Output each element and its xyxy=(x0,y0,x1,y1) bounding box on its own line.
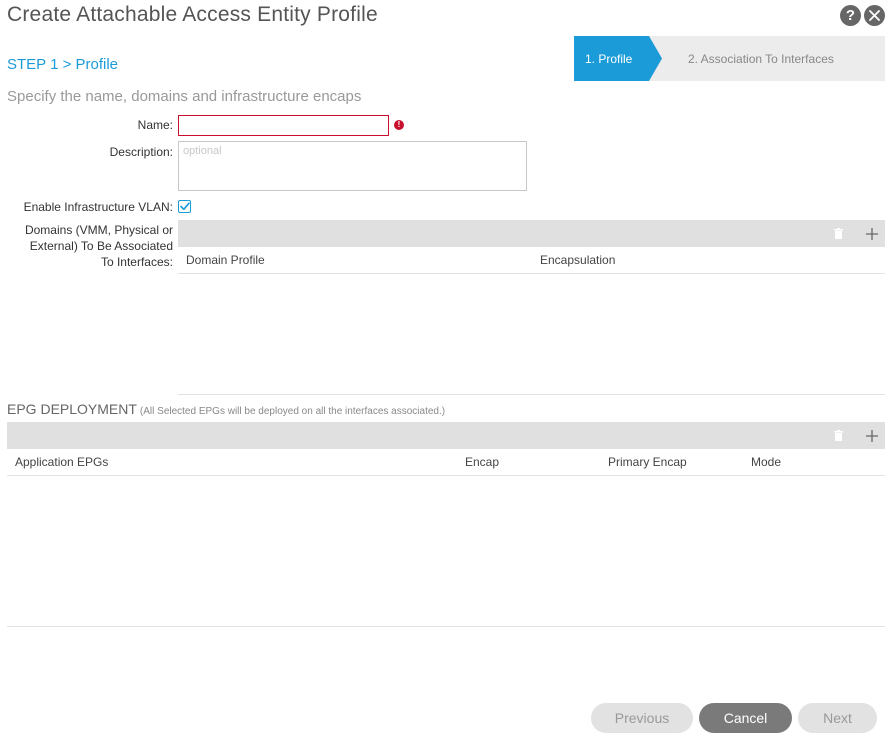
checkmark-icon xyxy=(179,202,190,211)
step-subtitle: Specify the name, domains and infrastruc… xyxy=(7,88,362,105)
column-application-epgs[interactable]: Application EPGs xyxy=(15,455,108,469)
header-actions: ? xyxy=(840,5,885,26)
trash-icon[interactable] xyxy=(828,220,848,247)
error-icon: ! xyxy=(394,120,404,130)
divider xyxy=(7,475,885,476)
domains-label-line2: External) To Be Associated xyxy=(29,239,173,253)
column-encapsulation[interactable]: Encapsulation xyxy=(540,253,615,267)
step-indicator: STEP 1 > Profile xyxy=(7,56,119,73)
epg-toolbar xyxy=(7,422,885,449)
domains-toolbar xyxy=(178,220,885,247)
domains-label-line1: Domains (VMM, Physical or xyxy=(24,223,173,237)
epg-deployment-header: EPG DEPLOYMENT (All Selected EPGs will be… xyxy=(7,401,445,417)
description-field[interactable] xyxy=(178,141,527,191)
column-mode[interactable]: Mode xyxy=(751,455,781,469)
epg-deployment-title: EPG DEPLOYMENT xyxy=(7,401,137,417)
question-icon[interactable]: ? xyxy=(840,5,861,26)
divider xyxy=(178,394,885,395)
divider xyxy=(178,273,885,274)
column-encap[interactable]: Encap xyxy=(465,455,499,469)
next-button[interactable]: Next xyxy=(798,703,877,733)
domains-label: Domains (VMM, Physical or External) To B… xyxy=(25,222,173,270)
create-aaep-dialog: Create Attachable Access Entity Profile … xyxy=(0,0,891,741)
previous-button[interactable]: Previous xyxy=(591,703,693,733)
infra-vlan-checkbox[interactable] xyxy=(178,200,191,213)
name-input[interactable] xyxy=(178,115,389,136)
column-domain-profile[interactable]: Domain Profile xyxy=(186,253,265,267)
column-primary-encap[interactable]: Primary Encap xyxy=(608,455,687,469)
name-label: Name: xyxy=(137,118,173,132)
close-icon[interactable] xyxy=(864,5,885,26)
dialog-title: Create Attachable Access Entity Profile xyxy=(7,3,378,26)
epg-deployment-note: (All Selected EPGs will be deployed on a… xyxy=(139,406,446,417)
divider xyxy=(7,626,885,627)
add-icon[interactable] xyxy=(862,220,882,247)
domains-label-line3: To Interfaces: xyxy=(100,255,173,269)
infra-vlan-label: Enable Infrastructure VLAN: xyxy=(23,200,173,214)
wizard-step-profile[interactable]: 1. Profile xyxy=(574,36,662,81)
trash-icon[interactable] xyxy=(828,422,848,449)
wizard-steps: 1. Profile 2. Association To Interfaces xyxy=(574,36,885,81)
wizard-step-association[interactable]: 2. Association To Interfaces xyxy=(688,36,834,81)
cancel-button[interactable]: Cancel xyxy=(699,703,792,733)
description-label: Description: xyxy=(109,145,173,159)
add-icon[interactable] xyxy=(862,422,882,449)
